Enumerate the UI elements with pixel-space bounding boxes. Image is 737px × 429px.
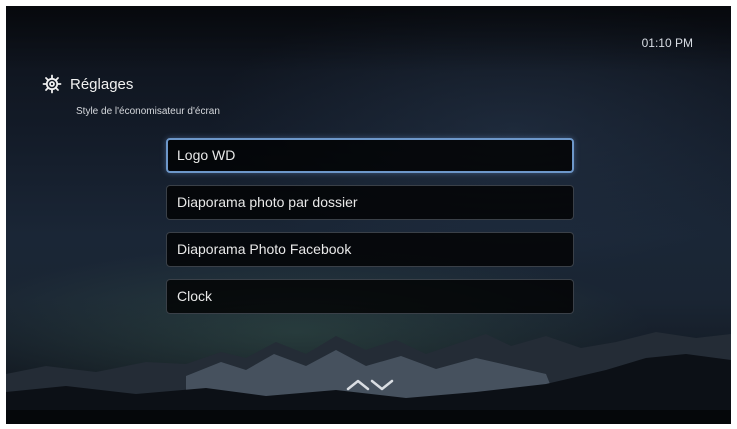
clock-time: 01:10 PM [641, 36, 693, 50]
menu-item-folder-slideshow[interactable]: Diaporama photo par dossier [166, 185, 574, 220]
mountain-landscape-background [6, 332, 731, 424]
page-subtitle: Style de l'économisateur d'écran [76, 106, 220, 117]
menu-item-logo-wd[interactable]: Logo WD [166, 138, 574, 173]
top-bar: 01:10 PM [6, 6, 731, 72]
page-title: Réglages [70, 76, 134, 93]
tv-screen: 01:10 PM Réglages Style de l'économisate… [6, 6, 731, 424]
screensaver-style-menu: Logo WD Diaporama photo par dossier Diap… [166, 138, 574, 326]
menu-item-clock[interactable]: Clock [166, 279, 574, 314]
gear-icon [42, 74, 62, 94]
menu-item-facebook-slideshow[interactable]: Diaporama Photo Facebook [166, 232, 574, 267]
up-down-chevrons-icon[interactable] [342, 376, 398, 394]
